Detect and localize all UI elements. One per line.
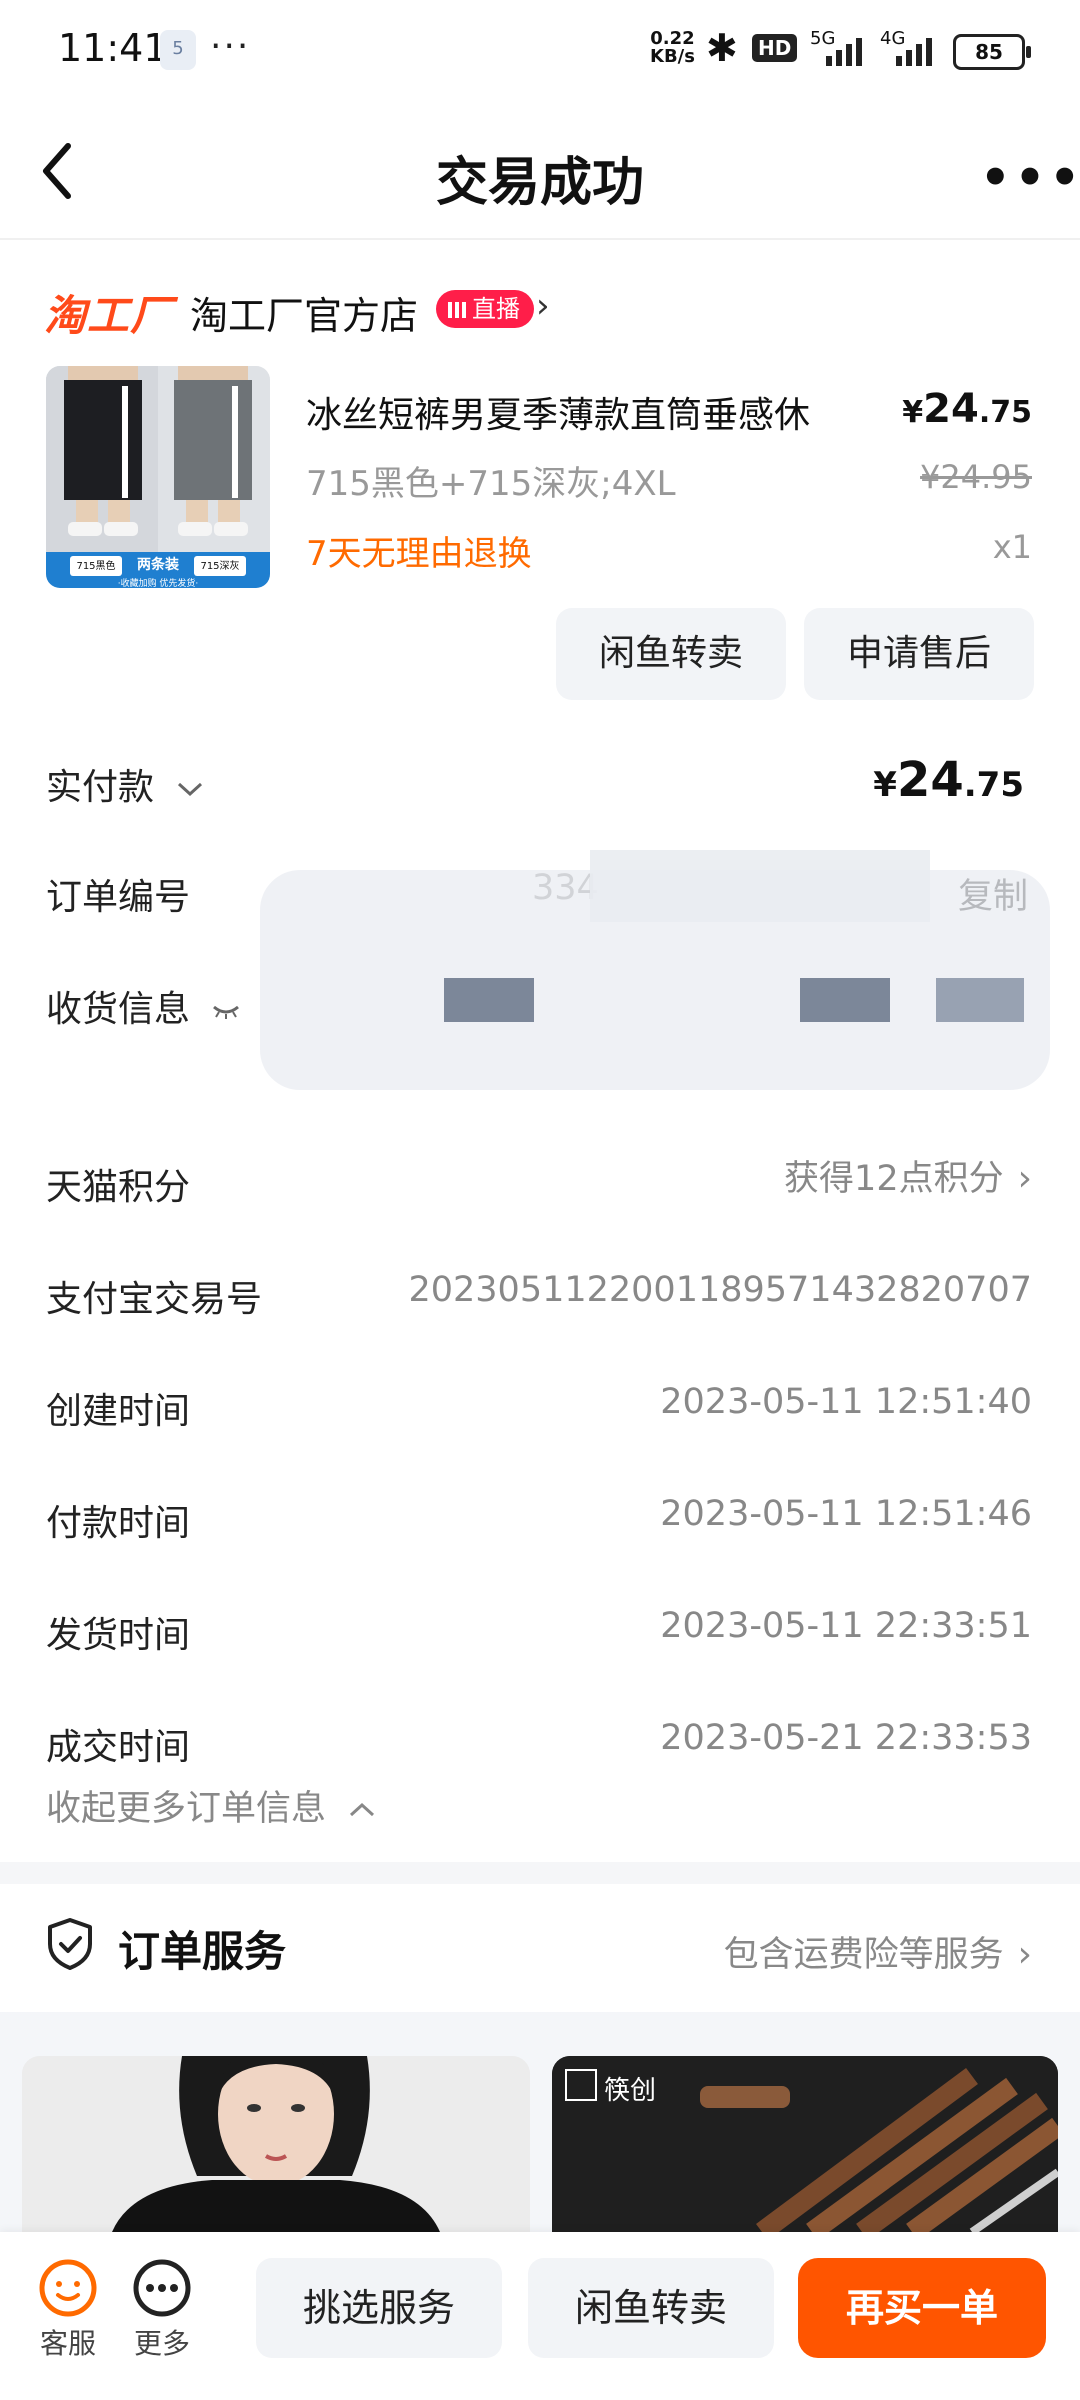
image-label-left: 715黑色 — [76, 561, 116, 572]
after-sales-button[interactable]: 申请售后 — [804, 608, 1034, 700]
original-price: ¥24.95 — [920, 458, 1032, 496]
paid-amount: ¥24.75 — [873, 752, 1024, 808]
choose-service-button[interactable]: 挑选服务 — [256, 2258, 502, 2358]
chevron-right-icon: › — [1017, 1158, 1032, 1199]
product-image[interactable]: 715黑色 两条装 715深灰 ·收藏加购 优先发货· — [46, 366, 270, 588]
status-bar: 11:41 5 ··· 0.22 KB/s ✱ HD 5G 4G 85 — [0, 0, 1080, 100]
status-more-icon: ··· — [210, 26, 251, 67]
battery-icon: 85 — [953, 34, 1031, 70]
paid-label-text: 实付款 — [46, 767, 155, 808]
more-icon — [133, 2259, 191, 2317]
closed-label: 成交时间 — [46, 1727, 191, 1768]
shield-icon — [48, 1918, 92, 1970]
eye-closed-icon — [213, 1005, 240, 1019]
more-label: 更多 — [133, 2327, 190, 2360]
service-title: 订单服务 — [118, 1927, 287, 1976]
customer-service-button[interactable]: 客服 — [36, 2258, 100, 2362]
store-chevron-icon[interactable]: › — [536, 286, 550, 326]
header-divider — [0, 238, 1080, 240]
redacted-block — [444, 978, 534, 1022]
shipping-redaction — [260, 870, 1050, 1090]
live-icon — [448, 302, 466, 318]
shipped-label: 发货时间 — [46, 1615, 191, 1656]
image-caption: ·收藏加购 优先发货· — [117, 579, 199, 588]
net-speed-unit: KB/s — [650, 46, 695, 67]
order-no-label: 订单编号 — [46, 877, 191, 918]
page-title: 交易成功 — [435, 153, 644, 213]
paid-dec: .75 — [963, 765, 1024, 805]
paid-time-value: 2023-05-11 12:51:46 — [660, 1494, 1032, 1534]
price-currency: ¥ — [902, 395, 924, 430]
section-divider — [0, 1862, 1080, 1884]
buy-again-button[interactable]: 再买一单 — [798, 2258, 1046, 2358]
closed-value: 2023-05-21 22:33:53 — [660, 1718, 1032, 1758]
feed-card[interactable] — [22, 2056, 530, 2232]
bluetooth-icon: ✱ — [706, 26, 738, 70]
paid-time-label: 付款时间 — [46, 1503, 191, 1544]
sim-badge: 5 — [160, 30, 196, 70]
service-summary: 包含运费险等服务 — [723, 1935, 1004, 1975]
shipping-label-text: 收货信息 — [46, 989, 191, 1030]
more-options-button[interactable]: ••• — [980, 150, 1080, 206]
redacted-block — [936, 978, 1024, 1022]
customer-service-label: 客服 — [39, 2327, 96, 2360]
feed-card-brand: 筷创 — [604, 2076, 657, 2106]
chevron-down-icon — [178, 782, 203, 797]
chevron-right-icon: › — [1017, 1934, 1032, 1975]
product-quantity: x1 — [992, 528, 1032, 566]
redacted-block — [800, 978, 890, 1022]
product-sku: 715黑色+715深灰;4XL — [306, 464, 676, 504]
live-badge[interactable]: 直播 — [436, 290, 534, 328]
alipay-value: 2023051122001189571432820707 — [408, 1270, 1032, 1310]
created-label: 创建时间 — [46, 1391, 191, 1432]
points-value: 获得12点积分 — [784, 1159, 1004, 1199]
net-speed: 0.22 KB/s — [650, 30, 695, 66]
price-int: 24 — [923, 386, 979, 432]
collapse-label: 收起更多订单信息 — [46, 1789, 327, 1829]
paid-currency: ¥ — [873, 765, 897, 805]
image-label-mid: 两条装 — [137, 557, 179, 573]
image-label-right: 715深灰 — [200, 561, 240, 572]
paid-label[interactable]: 实付款 — [46, 758, 205, 810]
service-summary-link[interactable]: 包含运费险等服务 › — [724, 1926, 1032, 1977]
customer-service-icon — [39, 2259, 97, 2317]
chevron-up-icon — [350, 1802, 375, 1817]
collapse-more-info[interactable]: 收起更多订单信息 — [46, 1780, 377, 1831]
live-badge-label: 直播 — [472, 295, 520, 323]
status-time: 11:41 — [58, 26, 168, 70]
alipay-label: 支付宝交易号 — [46, 1279, 263, 1320]
product-title[interactable]: 冰丝短裤男夏季薄款直筒垂感休 — [306, 386, 810, 438]
product-price: ¥24.75 — [902, 386, 1032, 432]
created-value: 2023-05-11 12:51:40 — [660, 1382, 1032, 1422]
shipped-value: 2023-05-11 22:33:51 — [660, 1606, 1032, 1646]
resell-button[interactable]: 闲鱼转卖 — [556, 608, 786, 700]
signal-5g-icon: 5G — [810, 28, 870, 66]
store-name[interactable]: 淘工厂官方店 — [190, 285, 418, 340]
returns-policy: 7天无理由退换 — [306, 534, 532, 574]
resell-bottom-button[interactable]: 闲鱼转卖 — [528, 2258, 774, 2358]
feed-card[interactable]: 筷创 — [552, 2056, 1058, 2232]
signal-4g-icon: 4G — [880, 28, 940, 66]
paid-int: 24 — [896, 752, 964, 808]
store-logo: 淘工厂 — [44, 291, 174, 340]
points-link[interactable]: 获得12点积分 › — [784, 1150, 1032, 1201]
shipping-label[interactable]: 收货信息 — [46, 980, 241, 1032]
hd-badge: HD — [752, 34, 798, 62]
price-dec: .75 — [978, 395, 1032, 430]
more-button[interactable]: 更多 — [130, 2258, 194, 2362]
feed-card-image — [22, 2056, 530, 2232]
points-label: 天猫积分 — [46, 1167, 191, 1208]
